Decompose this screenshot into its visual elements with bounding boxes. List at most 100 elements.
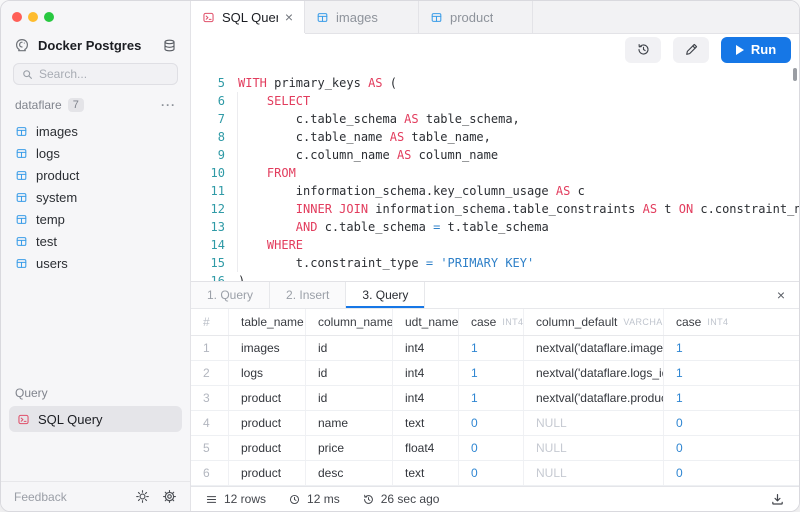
sidebar-item-temp[interactable]: temp — [9, 208, 182, 230]
table-row[interactable]: 1imagesidint41nextval('dataflare.images_… — [191, 336, 799, 361]
database-icon[interactable] — [162, 38, 177, 53]
column-header-column_default[interactable]: column_defaultVARCHAR — [524, 309, 664, 335]
tab-sql-query[interactable]: SQL Query × — [191, 1, 305, 33]
code-line: 5WITH primary_keys AS ( — [191, 74, 799, 92]
code-text: c.column_name AS column_name — [225, 146, 498, 164]
table-row[interactable]: 4productnametext0NULL0 — [191, 411, 799, 436]
result-statusbar: 12 rows12 ms26 sec ago — [191, 486, 799, 511]
table-cell: int4 — [393, 386, 459, 410]
table-icon — [15, 169, 28, 182]
download-icon[interactable] — [770, 492, 785, 507]
table-cell: images — [229, 336, 306, 360]
column-header-column_name[interactable]: column_name… — [306, 309, 393, 335]
tab-images[interactable]: images — [305, 1, 419, 33]
sql-query-icon — [17, 413, 30, 426]
table-row[interactable]: 3productidint41nextval('dataflare.produc… — [191, 386, 799, 411]
zoom-button[interactable] — [44, 12, 54, 22]
column-name: case — [471, 315, 496, 329]
table-cell: 0 — [459, 461, 524, 485]
history-button[interactable] — [625, 37, 661, 63]
editor-scrollbar[interactable] — [793, 68, 797, 81]
sidebar-item-label: system — [36, 190, 77, 205]
table-cell: 1 — [459, 336, 524, 360]
column-header-index[interactable]: # — [191, 309, 229, 335]
column-header-udt_name[interactable]: udt_name… — [393, 309, 459, 335]
minimize-button[interactable] — [28, 12, 38, 22]
status-item: 26 sec ago — [362, 492, 440, 506]
close-button[interactable] — [12, 12, 22, 22]
line-number: 5 — [191, 74, 225, 92]
code-text: ), — [225, 272, 252, 281]
table-row[interactable]: 2logsidint41nextval('dataflare.logs_id_s… — [191, 361, 799, 386]
rows-icon — [205, 493, 218, 506]
code-text: WITH primary_keys AS ( — [225, 74, 397, 92]
status-label: 12 ms — [307, 492, 340, 506]
table-icon — [15, 125, 28, 138]
query-section-title: Query — [9, 386, 182, 406]
line-number: 10 — [191, 164, 225, 182]
table-cell: 0 — [664, 411, 799, 435]
sidebar-item-product[interactable]: product — [9, 164, 182, 186]
table-cell: int4 — [393, 336, 459, 360]
row-number: 5 — [191, 436, 229, 460]
settings-gear-icon[interactable] — [162, 489, 177, 504]
clock-history-icon — [362, 493, 375, 506]
sql-editor[interactable]: 5WITH primary_keys AS (6 SELECT7 c.table… — [191, 65, 799, 281]
run-button-label: Run — [751, 42, 776, 57]
feedback-link[interactable]: Feedback — [14, 490, 67, 504]
tab-label: SQL Query — [222, 10, 278, 25]
code-line: 8 c.table_name AS table_name, — [191, 128, 799, 146]
sidebar-item-sql-query[interactable]: SQL Query — [9, 406, 182, 432]
code-text: information_schema.key_column_usage AS c — [225, 182, 585, 200]
table-row[interactable]: 6productdesctext0NULL0 — [191, 461, 799, 486]
column-type: INT4 — [707, 317, 728, 327]
theme-sun-icon[interactable] — [135, 489, 150, 504]
tab-product[interactable]: product — [419, 1, 533, 33]
sidebar-item-system[interactable]: system — [9, 186, 182, 208]
query-section: Query SQL Query — [1, 386, 190, 432]
results-close-icon[interactable]: × — [763, 282, 799, 308]
column-name: column_name — [318, 315, 393, 329]
indent-guide — [237, 92, 238, 272]
table-cell: product — [229, 436, 306, 460]
app-window: Docker Postgres dataflare 7 ··· imageslo… — [0, 0, 800, 512]
sidebar-item-label: temp — [36, 212, 65, 227]
code-line: 7 c.table_schema AS table_schema, — [191, 110, 799, 128]
table-list: imageslogsproduct system temp testusers — [9, 120, 182, 274]
sidebar-footer: Feedback — [1, 481, 190, 511]
result-tab-2-insert[interactable]: 2. Insert — [270, 282, 346, 308]
table-cell: 0 — [664, 436, 799, 460]
history-icon — [636, 42, 651, 57]
table-cell: 1 — [664, 386, 799, 410]
table-cell: 0 — [459, 411, 524, 435]
format-pen-icon — [684, 42, 699, 57]
status-label: 26 sec ago — [381, 492, 440, 506]
result-table-header: #table_name…column_name…udt_name…caseINT… — [191, 309, 799, 336]
result-tab-3-query[interactable]: 3. Query — [346, 282, 425, 308]
sidebar-item-logs[interactable]: logs — [9, 142, 182, 164]
column-header-case[interactable]: caseINT4 — [459, 309, 524, 335]
schema-name[interactable]: dataflare — [15, 98, 62, 112]
more-icon[interactable]: ··· — [161, 98, 176, 112]
table-icon — [15, 235, 28, 248]
column-header-table_name[interactable]: table_name… — [229, 309, 306, 335]
run-button[interactable]: Run — [721, 37, 791, 63]
sidebar-item-users[interactable]: users — [9, 252, 182, 274]
sidebar-item-images[interactable]: images — [9, 120, 182, 142]
code-text: c.table_schema AS table_schema, — [225, 110, 520, 128]
column-name: udt_name — [405, 315, 458, 329]
column-header-case[interactable]: caseINT4 — [664, 309, 799, 335]
table-icon — [15, 147, 28, 160]
row-number: 2 — [191, 361, 229, 385]
tab-close-icon[interactable]: × — [285, 10, 293, 24]
table-cell: nextval('dataflare.logs_id_seq'… — [524, 361, 664, 385]
table-icon — [15, 257, 28, 270]
format-button[interactable] — [673, 37, 709, 63]
table-cell: 1 — [664, 336, 799, 360]
code-text: c.table_name AS table_name, — [225, 128, 491, 146]
search-input[interactable] — [39, 67, 170, 81]
result-tab-1-query[interactable]: 1. Query — [191, 282, 270, 308]
table-cell: id — [306, 361, 393, 385]
table-row[interactable]: 5productpricefloat40NULL0 — [191, 436, 799, 461]
sidebar-item-test[interactable]: test — [9, 230, 182, 252]
